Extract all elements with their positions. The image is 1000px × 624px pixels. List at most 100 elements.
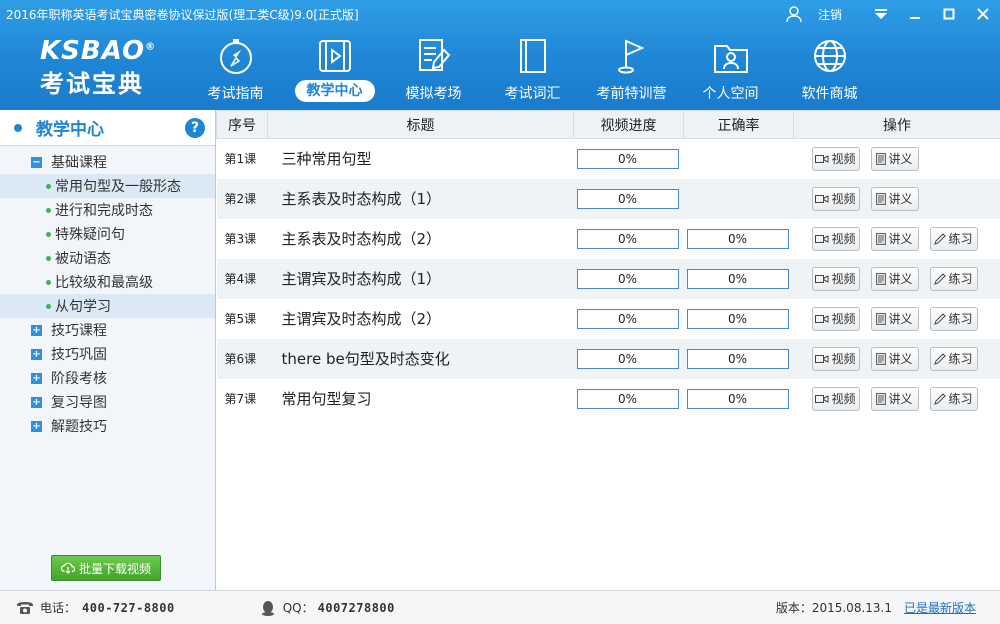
- user-icon[interactable]: [782, 2, 806, 26]
- practice-button[interactable]: 练习: [929, 386, 978, 411]
- tree-item-comparatives[interactable]: 比较级和最高级: [0, 270, 215, 294]
- accuracy-bar: 0%: [686, 268, 789, 289]
- expand-icon[interactable]: +: [31, 372, 42, 384]
- help-icon[interactable]: ?: [185, 117, 205, 138]
- lesson-title[interactable]: 主谓宾及时态构成（2）: [268, 299, 574, 339]
- expand-icon[interactable]: +: [31, 420, 42, 432]
- lesson-number: 第7课: [224, 392, 257, 406]
- window-title: 2016年职称英语考试宝典密卷协议保过版(理工类C级)9.0[正式版]: [6, 8, 359, 22]
- video-progress-cell: 0%: [573, 258, 684, 299]
- pencil-icon: [934, 272, 947, 285]
- cloud-download-icon: [60, 562, 75, 574]
- accuracy-cell: 0%: [684, 379, 794, 419]
- check-update-link[interactable]: 已是最新版本: [904, 599, 976, 616]
- notes-button[interactable]: 讲义: [870, 146, 919, 171]
- practice-button[interactable]: 练习: [929, 226, 978, 251]
- minimize-icon[interactable]: [898, 0, 932, 28]
- nav-exam-guide[interactable]: 考试指南: [186, 36, 285, 104]
- logout-button[interactable]: 注销: [818, 6, 842, 23]
- video-button[interactable]: 视频: [811, 226, 860, 251]
- menu-dropdown-icon[interactable]: [864, 0, 898, 28]
- maximize-icon[interactable]: [932, 0, 966, 28]
- notes-button[interactable]: 讲义: [870, 186, 919, 211]
- expand-icon[interactable]: +: [31, 348, 42, 360]
- phone-info: 电话： 400-727-8800: [16, 599, 175, 616]
- lesson-title[interactable]: 三种常用句型: [268, 139, 574, 179]
- expand-icon[interactable]: +: [31, 324, 42, 336]
- lesson-title[interactable]: 主谓宾及时态构成（1）: [267, 258, 574, 299]
- practice-button[interactable]: 练习: [929, 266, 978, 291]
- tree-item-clauses[interactable]: 从句学习: [0, 294, 215, 318]
- lesson-title[interactable]: 常用句型复习: [268, 379, 574, 419]
- tree-group-basic[interactable]: − 基础课程: [0, 150, 215, 174]
- col-header-accuracy: 正确率: [683, 110, 794, 139]
- batch-download-button[interactable]: 批量下载视频: [51, 555, 161, 581]
- accuracy-cell: [683, 178, 794, 219]
- expand-icon[interactable]: +: [31, 396, 42, 408]
- accuracy-cell: 0%: [683, 258, 794, 299]
- book-icon: [519, 39, 546, 73]
- tree-group-review-map[interactable]: + 复习导图: [0, 390, 215, 414]
- table-row: 第2课 主系表及时态构成（1） 0% 视频 讲义: [216, 178, 1000, 219]
- tree-item-passive-voice[interactable]: 被动语态: [0, 246, 215, 270]
- nav-software-mall[interactable]: 软件商城: [780, 36, 879, 104]
- video-button[interactable]: 视频: [811, 306, 860, 331]
- video-button[interactable]: 视频: [811, 346, 860, 371]
- lesson-number: 第5课: [224, 312, 257, 326]
- table-row: 第4课 主谓宾及时态构成（1） 0% 0% 视频 讲义 练习: [216, 258, 1000, 299]
- lesson-number: 第1课: [224, 152, 257, 167]
- lesson-title[interactable]: 主系表及时态构成（2）: [268, 219, 574, 259]
- tree-item-common-sentences[interactable]: 常用句型及一般形态: [0, 174, 215, 198]
- notes-button[interactable]: 讲义: [870, 386, 919, 411]
- nav-teaching-center[interactable]: 教学中心: [285, 36, 384, 104]
- tree-group-skill-review[interactable]: + 技巧巩固: [0, 342, 215, 366]
- video-camera-icon: [815, 354, 829, 363]
- nav-mock-exam[interactable]: 模拟考场: [384, 36, 483, 104]
- tree-group-solving-tips[interactable]: + 解题技巧: [0, 414, 215, 438]
- video-progress-bar: 0%: [576, 228, 679, 249]
- lesson-number: 第3课: [224, 232, 257, 246]
- document-icon: [876, 352, 887, 365]
- table-row: 第6课 there be句型及时态变化 0% 0% 视频 讲义 练习: [216, 338, 1000, 379]
- table-row: 第7课 常用句型复习 0% 0% 视频 讲义 练习: [217, 379, 1000, 419]
- operations-cell: 视频 讲义: [794, 139, 1000, 179]
- accuracy-cell: [684, 139, 794, 179]
- practice-button[interactable]: 练习: [929, 346, 978, 371]
- notes-button[interactable]: 讲义: [870, 266, 919, 291]
- nav-exam-vocabulary[interactable]: 考试词汇: [483, 36, 582, 104]
- video-camera-icon: [815, 274, 829, 283]
- video-camera-icon: [815, 234, 829, 243]
- accuracy-bar: 0%: [686, 228, 789, 249]
- lesson-title[interactable]: 主系表及时态构成（1）: [267, 178, 574, 219]
- video-camera-icon: [815, 154, 829, 163]
- pencil-icon: [934, 352, 947, 365]
- lesson-title[interactable]: there be句型及时态变化: [267, 338, 574, 379]
- col-header-title: 标题: [267, 110, 574, 139]
- compass-icon: [219, 39, 252, 74]
- close-icon[interactable]: [966, 0, 1000, 28]
- operations-cell: 视频 讲义 练习: [793, 338, 1000, 379]
- video-progress-bar: 0%: [576, 268, 679, 289]
- tree-group-stage-test[interactable]: + 阶段考核: [0, 366, 215, 390]
- tree-group-skills[interactable]: + 技巧课程: [0, 318, 215, 342]
- practice-button[interactable]: 练习: [929, 306, 978, 331]
- tree-item-progressive-perfect[interactable]: 进行和完成时态: [0, 198, 215, 222]
- collapse-icon[interactable]: −: [31, 156, 42, 168]
- document-icon: [876, 152, 887, 165]
- operations-cell: 视频 讲义 练习: [794, 299, 1000, 339]
- video-button[interactable]: 视频: [811, 146, 860, 171]
- notes-button[interactable]: 讲义: [870, 306, 919, 331]
- nav-pre-exam-camp[interactable]: 考前特训营: [582, 36, 681, 104]
- video-progress-cell: 0%: [573, 338, 684, 379]
- video-button[interactable]: 视频: [811, 266, 860, 291]
- video-button[interactable]: 视频: [811, 186, 860, 211]
- pencil-paper-icon: [418, 39, 450, 71]
- nav-personal-space[interactable]: 个人空间: [681, 36, 780, 104]
- ksbao-logo: KSBAO® 考试宝典: [40, 36, 157, 98]
- notes-button[interactable]: 讲义: [870, 346, 919, 371]
- tree-item-special-questions[interactable]: 特殊疑问句: [0, 222, 215, 246]
- notes-button[interactable]: 讲义: [870, 226, 919, 251]
- user-folder-icon: [713, 45, 748, 73]
- video-button[interactable]: 视频: [811, 386, 860, 411]
- video-progress-bar: 0%: [576, 148, 679, 169]
